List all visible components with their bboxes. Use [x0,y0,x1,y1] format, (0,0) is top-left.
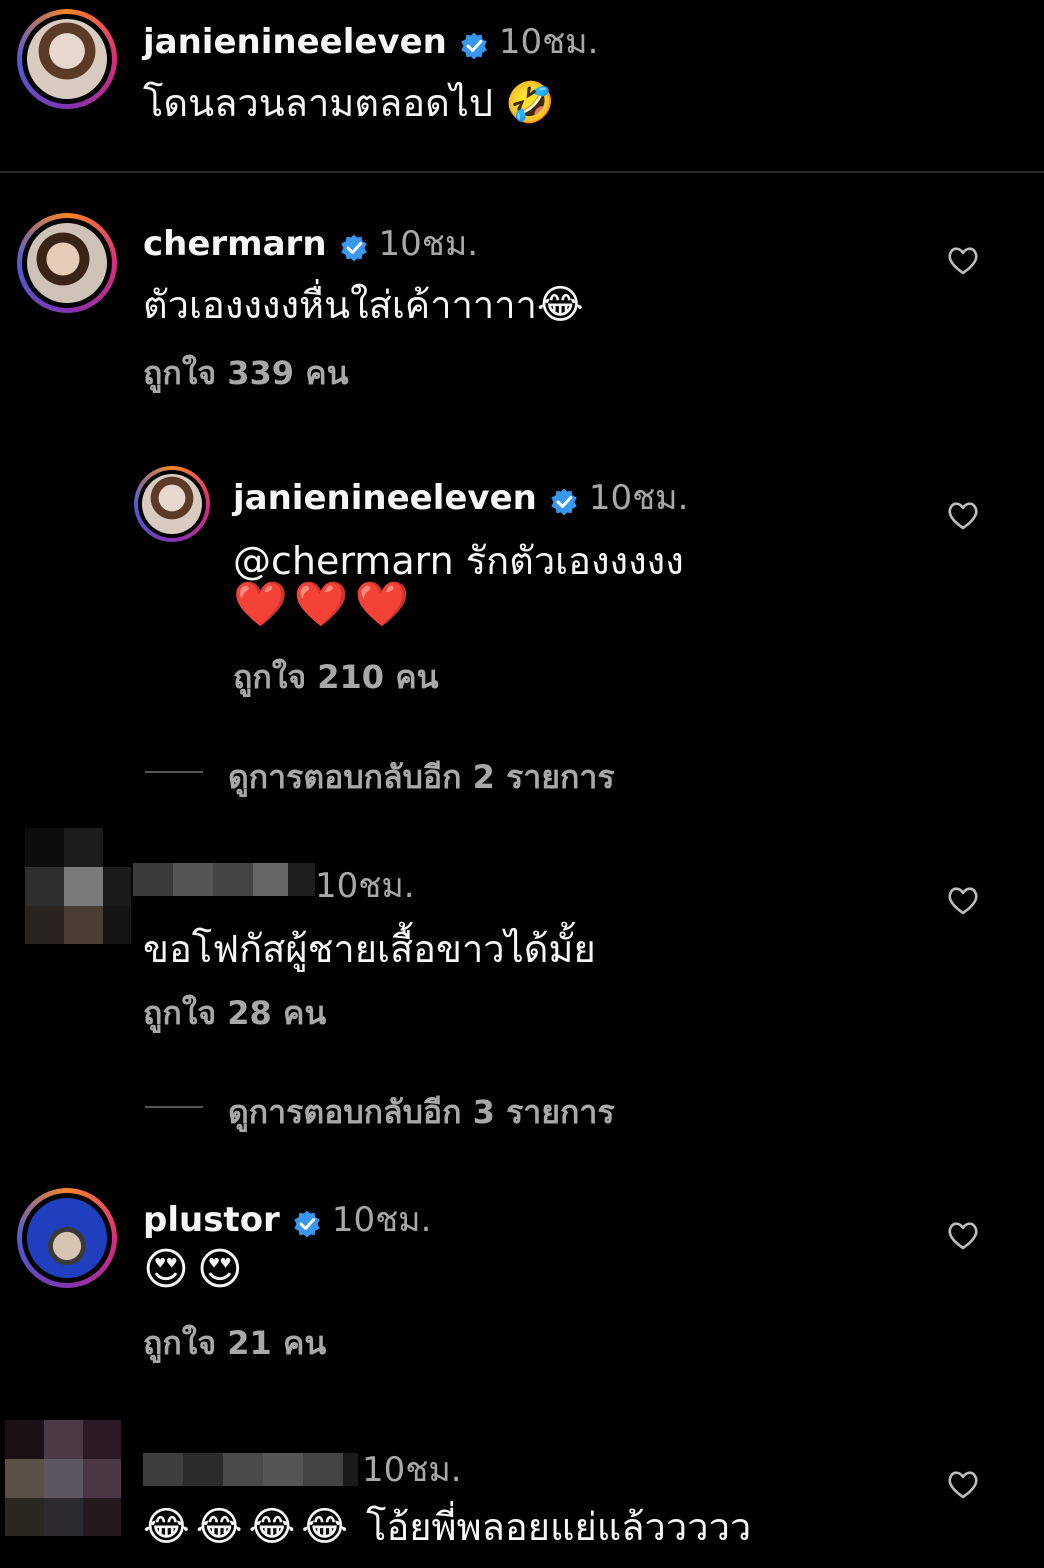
avatar[interactable] [17,1188,117,1288]
tears-of-joy-emoji: 😂😂😂😂 [143,1504,354,1550]
comment-text: ตัวเองงงงหื่นใส่เค้าาาาา😂 [143,282,584,328]
timestamp: 10ชม. [331,1200,432,1240]
like-heart-icon[interactable] [946,1219,980,1253]
verified-badge-icon [339,233,369,263]
comment-header: janienineeleven 10ชม. [143,14,598,68]
timestamp: 10ชม. [588,478,689,518]
blurred-username [133,863,315,896]
likes-count[interactable]: ถูกใจ 28 คน [143,988,326,1039]
verified-badge-icon [459,31,489,61]
timestamp: 10ชม. [378,224,479,264]
timestamp: 10ชม. [498,22,599,62]
verified-badge-icon [549,487,579,517]
comment-header: plustor 10ชม. [143,1192,431,1246]
timestamp: 10ชม. [362,1450,462,1490]
username[interactable]: janienineeleven [233,478,537,518]
avatar[interactable] [17,9,117,109]
likes-count[interactable]: ถูกใจ 210 คน [233,652,438,703]
tears-of-joy-emoji: 😂 [536,282,584,328]
comment-text: ขอโฟกัสผู้ชายเสื้อขาวได้มั้ย [143,927,596,971]
view-replies-line [145,1106,203,1108]
red-heart-emoji: ❤️❤️❤️ [233,579,416,630]
likes-count[interactable]: ถูกใจ 339 คน [143,348,348,399]
comment-text: โดนลวนลามตลอดไป 🤣 [143,80,555,126]
avatar[interactable] [5,1420,121,1536]
divider [0,171,1044,173]
view-replies-button[interactable]: ดูการตอบกลับอีก 2 รายการ [228,752,615,803]
like-heart-icon[interactable] [946,1468,980,1502]
verified-badge-icon [292,1209,322,1239]
like-heart-icon[interactable] [946,499,980,533]
heart-eyes-emoji: 😍😍 [143,1244,251,1295]
username[interactable]: janienineeleven [143,22,447,62]
like-heart-icon[interactable] [946,884,980,918]
username[interactable]: plustor [143,1200,280,1240]
view-replies-line [145,771,203,773]
rofl-emoji: 🤣 [505,80,555,126]
timestamp: 10ชม. [315,866,415,906]
blurred-username [143,1453,358,1486]
avatar[interactable] [134,466,210,542]
comment-text: 😂😂😂😂 โอ้ยพี่พลอยแย่แล้ววววว [143,1504,752,1550]
avatar[interactable] [17,213,117,313]
view-replies-button[interactable]: ดูการตอบกลับอีก 3 รายการ [228,1087,615,1138]
likes-count[interactable]: ถูกใจ 21 คน [143,1318,326,1369]
avatar[interactable] [25,828,131,944]
username[interactable]: chermarn [143,224,327,264]
like-heart-icon[interactable] [946,244,980,278]
comment-header: janienineeleven 10ชม. [233,470,688,524]
comment-header: chermarn 10ชม. [143,216,478,270]
